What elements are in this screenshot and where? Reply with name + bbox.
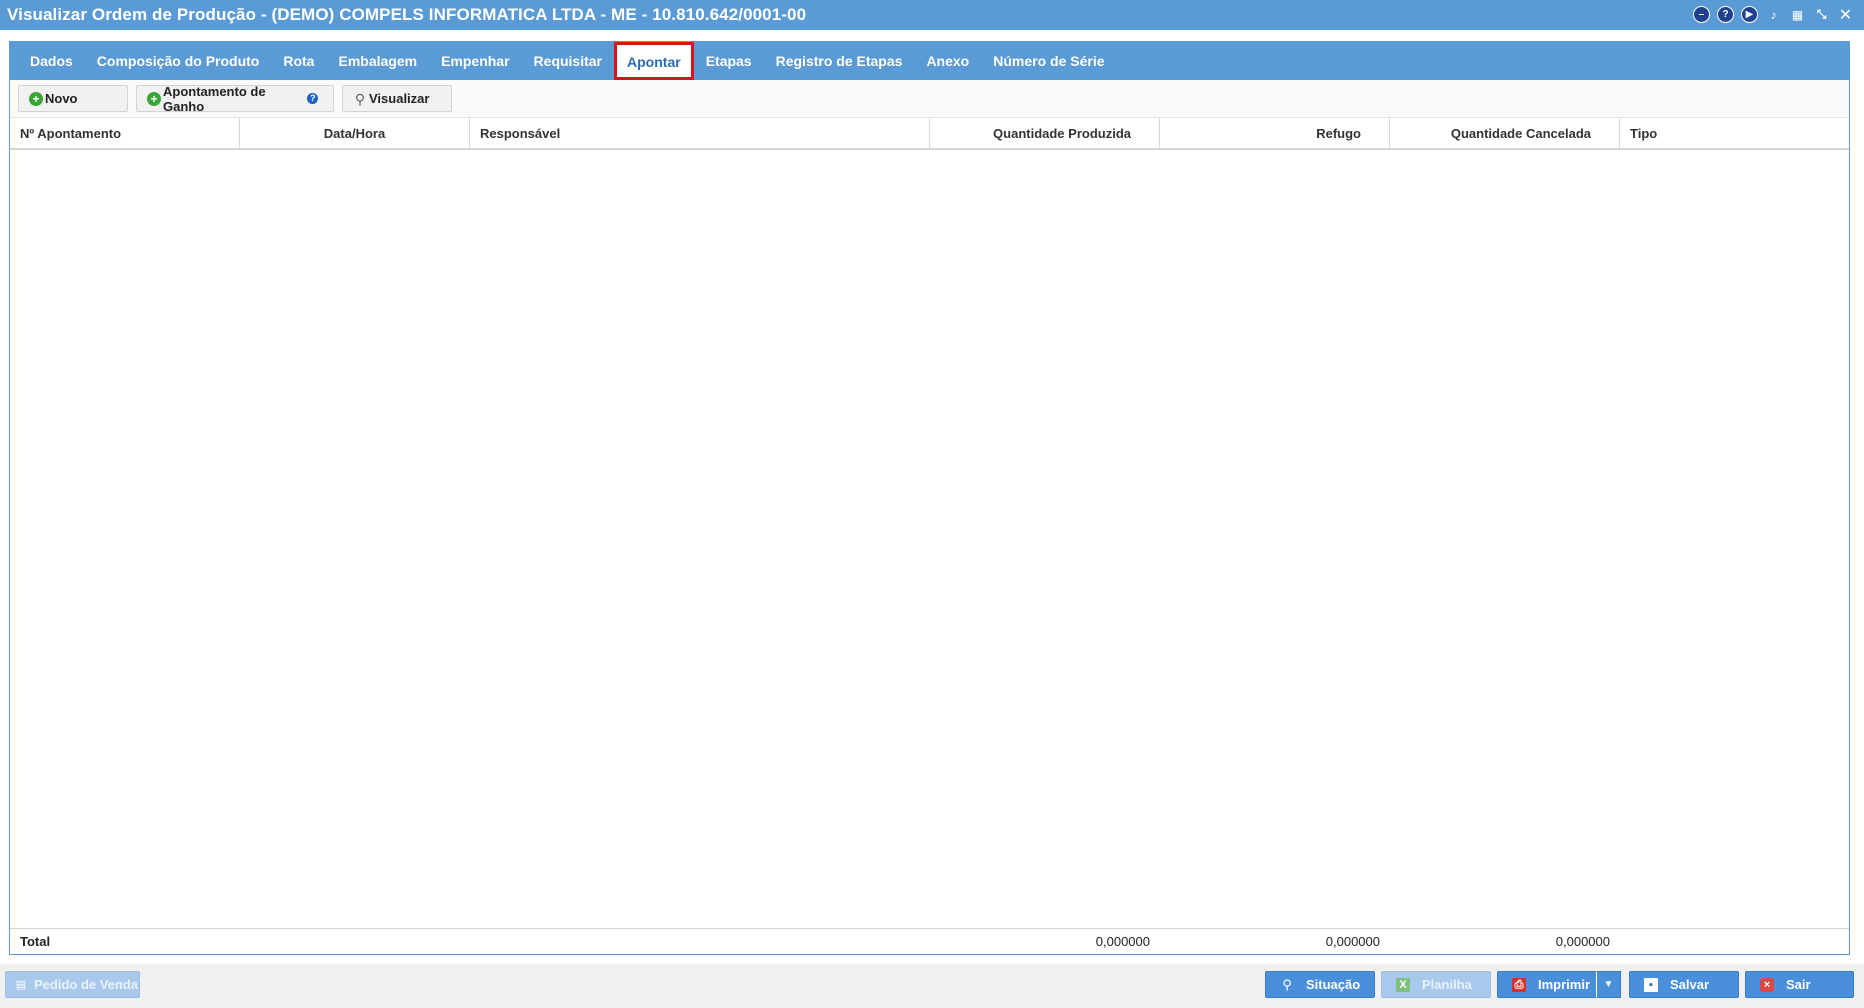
tab-registro-de-etapas[interactable]: Registro de Etapas xyxy=(764,42,915,80)
window-controls: – ? ▶ ♪ ▦ ⤡ ✕ xyxy=(1693,6,1854,24)
footer-spacer xyxy=(240,929,470,954)
main-panel: Dados Composição do Produto Rota Embalag… xyxy=(9,41,1850,955)
add-icon: + xyxy=(29,92,43,106)
tab-anexo[interactable]: Anexo xyxy=(914,42,981,80)
planilha-button[interactable]: X Planilha xyxy=(1381,971,1491,998)
pdf-icon: ⎙ xyxy=(1512,978,1526,992)
tab-numero-de-serie[interactable]: Número de Série xyxy=(981,42,1116,80)
pedido-de-venda-button[interactable]: ▤ Pedido de Venda xyxy=(5,971,140,998)
pedido-de-venda-label: Pedido de Venda xyxy=(34,977,139,992)
play-icon[interactable]: ▶ xyxy=(1741,6,1758,23)
grid-header: Nº Apontamento Data/Hora Responsável Qua… xyxy=(10,118,1849,150)
imprimir-label: Imprimir xyxy=(1538,977,1591,992)
apontamento-de-ganho-label: Apontamento de Ganho xyxy=(163,83,266,114)
situacao-button[interactable]: ⚲ Situação xyxy=(1265,971,1375,998)
bell-icon[interactable]: ♪ xyxy=(1765,6,1782,23)
tab-apontar[interactable]: Apontar xyxy=(614,42,694,80)
chevron-down-icon: ▼ xyxy=(1603,979,1614,990)
footer-total-label: Total xyxy=(20,934,51,949)
visualizar-label: Visualizar xyxy=(369,91,430,106)
column-header-refugo[interactable]: Refugo xyxy=(1160,118,1390,148)
sair-button[interactable]: × Sair xyxy=(1745,971,1854,998)
column-header-responsavel[interactable]: Responsável xyxy=(470,118,930,148)
tab-rota[interactable]: Rota xyxy=(271,42,326,80)
footer-spacer xyxy=(470,929,930,954)
footer-quantidade-cancelada: 0,000000 xyxy=(1555,934,1610,949)
search-icon: ⚲ xyxy=(1282,977,1292,992)
column-header-tipo[interactable]: Tipo xyxy=(1620,118,1849,148)
collapse-icon[interactable]: ⤡ xyxy=(1813,6,1830,23)
exit-icon: × xyxy=(1760,978,1774,992)
add-icon: + xyxy=(147,92,161,106)
footer-spacer xyxy=(1620,929,1849,954)
order-icon: ▤ xyxy=(15,979,27,991)
tab-dados[interactable]: Dados xyxy=(18,42,85,80)
help-icon[interactable]: ? xyxy=(1717,6,1734,23)
tab-embalagem[interactable]: Embalagem xyxy=(326,42,429,80)
calendar-icon[interactable]: ▦ xyxy=(1789,6,1806,23)
footer-quantidade-produzida: 0,000000 xyxy=(1095,934,1150,949)
salvar-button[interactable]: ▪ Salvar xyxy=(1629,971,1739,998)
grid-body[interactable] xyxy=(10,150,1849,928)
minimize-icon[interactable]: – xyxy=(1693,6,1710,23)
tab-bar: Dados Composição do Produto Rota Embalag… xyxy=(10,42,1849,80)
novo-button[interactable]: + Novo xyxy=(18,85,128,112)
column-header-data-hora[interactable]: Data/Hora xyxy=(240,118,470,148)
window-titlebar: Visualizar Ordem de Produção - (DEMO) CO… xyxy=(0,0,1864,30)
column-header-quantidade-produzida[interactable]: Quantidade Produzida xyxy=(930,118,1160,148)
help-icon[interactable]: ? xyxy=(307,93,318,104)
novo-label: Novo xyxy=(45,91,78,106)
imprimir-button[interactable]: ⎙ Imprimir xyxy=(1497,971,1597,998)
apontamento-de-ganho-button[interactable]: + Apontamento de Ganho ? xyxy=(136,83,334,114)
window-title: Visualizar Ordem de Produção - (DEMO) CO… xyxy=(7,5,807,24)
grid-footer: Total 0,000000 0,000000 0,000000 xyxy=(10,928,1849,954)
salvar-label: Salvar xyxy=(1670,977,1710,992)
column-header-n-apontamento[interactable]: Nº Apontamento xyxy=(10,118,240,148)
planilha-label: Planilha xyxy=(1422,977,1472,992)
bottom-action-bar: ▤ Pedido de Venda ⚲ Situação X Planilha … xyxy=(0,964,1864,1008)
toolbar: + Novo + Apontamento de Ganho ? ⚲ Visual… xyxy=(10,80,1849,118)
close-icon[interactable]: ✕ xyxy=(1837,6,1854,24)
visualizar-button[interactable]: ⚲ Visualizar xyxy=(342,85,452,112)
tab-empenhar[interactable]: Empenhar xyxy=(429,42,521,80)
search-icon: ⚲ xyxy=(354,91,366,107)
situacao-label: Situação xyxy=(1306,977,1361,992)
footer-refugo: 0,000000 xyxy=(1325,934,1380,949)
tab-etapas[interactable]: Etapas xyxy=(694,42,764,80)
imprimir-dropdown-button[interactable]: ▼ xyxy=(1596,971,1621,998)
tab-composicao-do-produto[interactable]: Composição do Produto xyxy=(85,42,272,80)
save-icon: ▪ xyxy=(1644,978,1658,992)
excel-icon: X xyxy=(1396,978,1410,992)
tab-requisitar[interactable]: Requisitar xyxy=(522,42,614,80)
column-header-quantidade-cancelada[interactable]: Quantidade Cancelada xyxy=(1390,118,1620,148)
sair-label: Sair xyxy=(1786,977,1811,992)
